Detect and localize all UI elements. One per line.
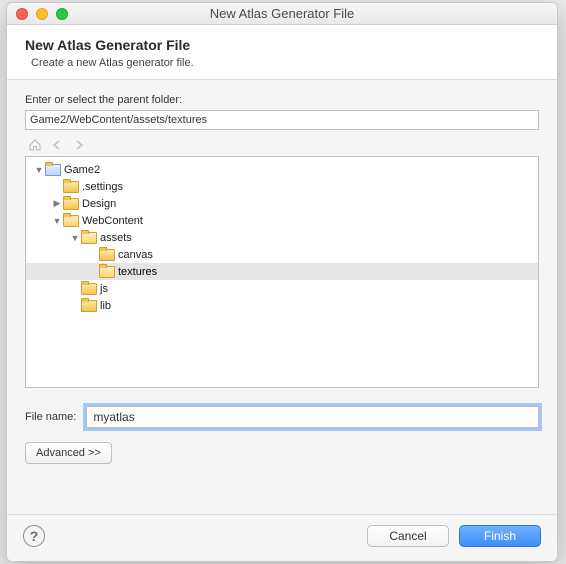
dialog-body: Enter or select the parent folder: ▼ Game… xyxy=(7,80,557,514)
parent-folder-input[interactable] xyxy=(25,110,539,130)
tree-node[interactable]: ▼ Game2 xyxy=(26,161,538,178)
tree-node-label: WebContent xyxy=(82,215,143,227)
folder-icon xyxy=(81,282,97,295)
chevron-down-icon[interactable]: ▼ xyxy=(34,165,44,175)
parent-folder-label: Enter or select the parent folder: xyxy=(25,94,539,106)
tree-node-label: textures xyxy=(118,266,157,278)
tree-toolbar xyxy=(25,136,539,154)
tree-node-label: .settings xyxy=(82,181,123,193)
tree-node[interactable]: ▼ WebContent xyxy=(26,212,538,229)
folder-icon xyxy=(81,299,97,312)
tree-node[interactable]: ▶ Design xyxy=(26,195,538,212)
folder-icon xyxy=(99,265,115,278)
filename-label: File name: xyxy=(25,411,76,423)
advanced-button[interactable]: Advanced >> xyxy=(25,442,112,464)
tree-node-label: canvas xyxy=(118,249,153,261)
tree-node-label: Design xyxy=(82,198,116,210)
page-title: New Atlas Generator File xyxy=(25,37,539,53)
tree-node-label: js xyxy=(100,283,108,295)
folder-icon xyxy=(81,231,97,244)
folder-tree[interactable]: ▼Game2▶.settings▶Design▼WebContent▼asset… xyxy=(25,156,539,388)
cancel-button[interactable]: Cancel xyxy=(367,525,449,547)
chevron-down-icon[interactable]: ▼ xyxy=(70,233,80,243)
tree-node-label: lib xyxy=(100,300,111,312)
window-title: New Atlas Generator File xyxy=(7,6,557,21)
tree-node-label: Game2 xyxy=(64,164,100,176)
tree-node[interactable]: ▶canvas xyxy=(26,246,538,263)
project-icon xyxy=(45,163,61,176)
filename-row: File name: xyxy=(25,406,539,428)
tree-node[interactable]: ▶lib xyxy=(26,297,538,314)
folder-icon xyxy=(99,248,115,261)
advanced-row: Advanced >> xyxy=(25,442,539,464)
folder-icon xyxy=(63,180,79,193)
help-icon[interactable]: ? xyxy=(23,525,45,547)
forward-icon[interactable] xyxy=(69,136,89,154)
tree-node-label: assets xyxy=(100,232,132,244)
tree-node[interactable]: ▼ assets xyxy=(26,229,538,246)
finish-button[interactable]: Finish xyxy=(459,525,541,547)
page-subtitle: Create a new Atlas generator file. xyxy=(31,57,539,69)
back-icon[interactable] xyxy=(47,136,67,154)
tree-node[interactable]: ▶.settings xyxy=(26,178,538,195)
tree-node[interactable]: ▶textures xyxy=(26,263,538,280)
dialog-footer: ? Cancel Finish xyxy=(7,514,557,561)
chevron-right-icon[interactable]: ▶ xyxy=(52,198,62,209)
dialog-header: New Atlas Generator File Create a new At… xyxy=(7,25,557,80)
folder-icon xyxy=(63,214,79,227)
dialog-window: New Atlas Generator File New Atlas Gener… xyxy=(6,2,558,562)
tree-node[interactable]: ▶js xyxy=(26,280,538,297)
home-icon[interactable] xyxy=(25,136,45,154)
chevron-down-icon[interactable]: ▼ xyxy=(52,216,62,226)
titlebar[interactable]: New Atlas Generator File xyxy=(7,3,557,25)
filename-input[interactable] xyxy=(86,406,539,428)
folder-icon xyxy=(63,197,79,210)
